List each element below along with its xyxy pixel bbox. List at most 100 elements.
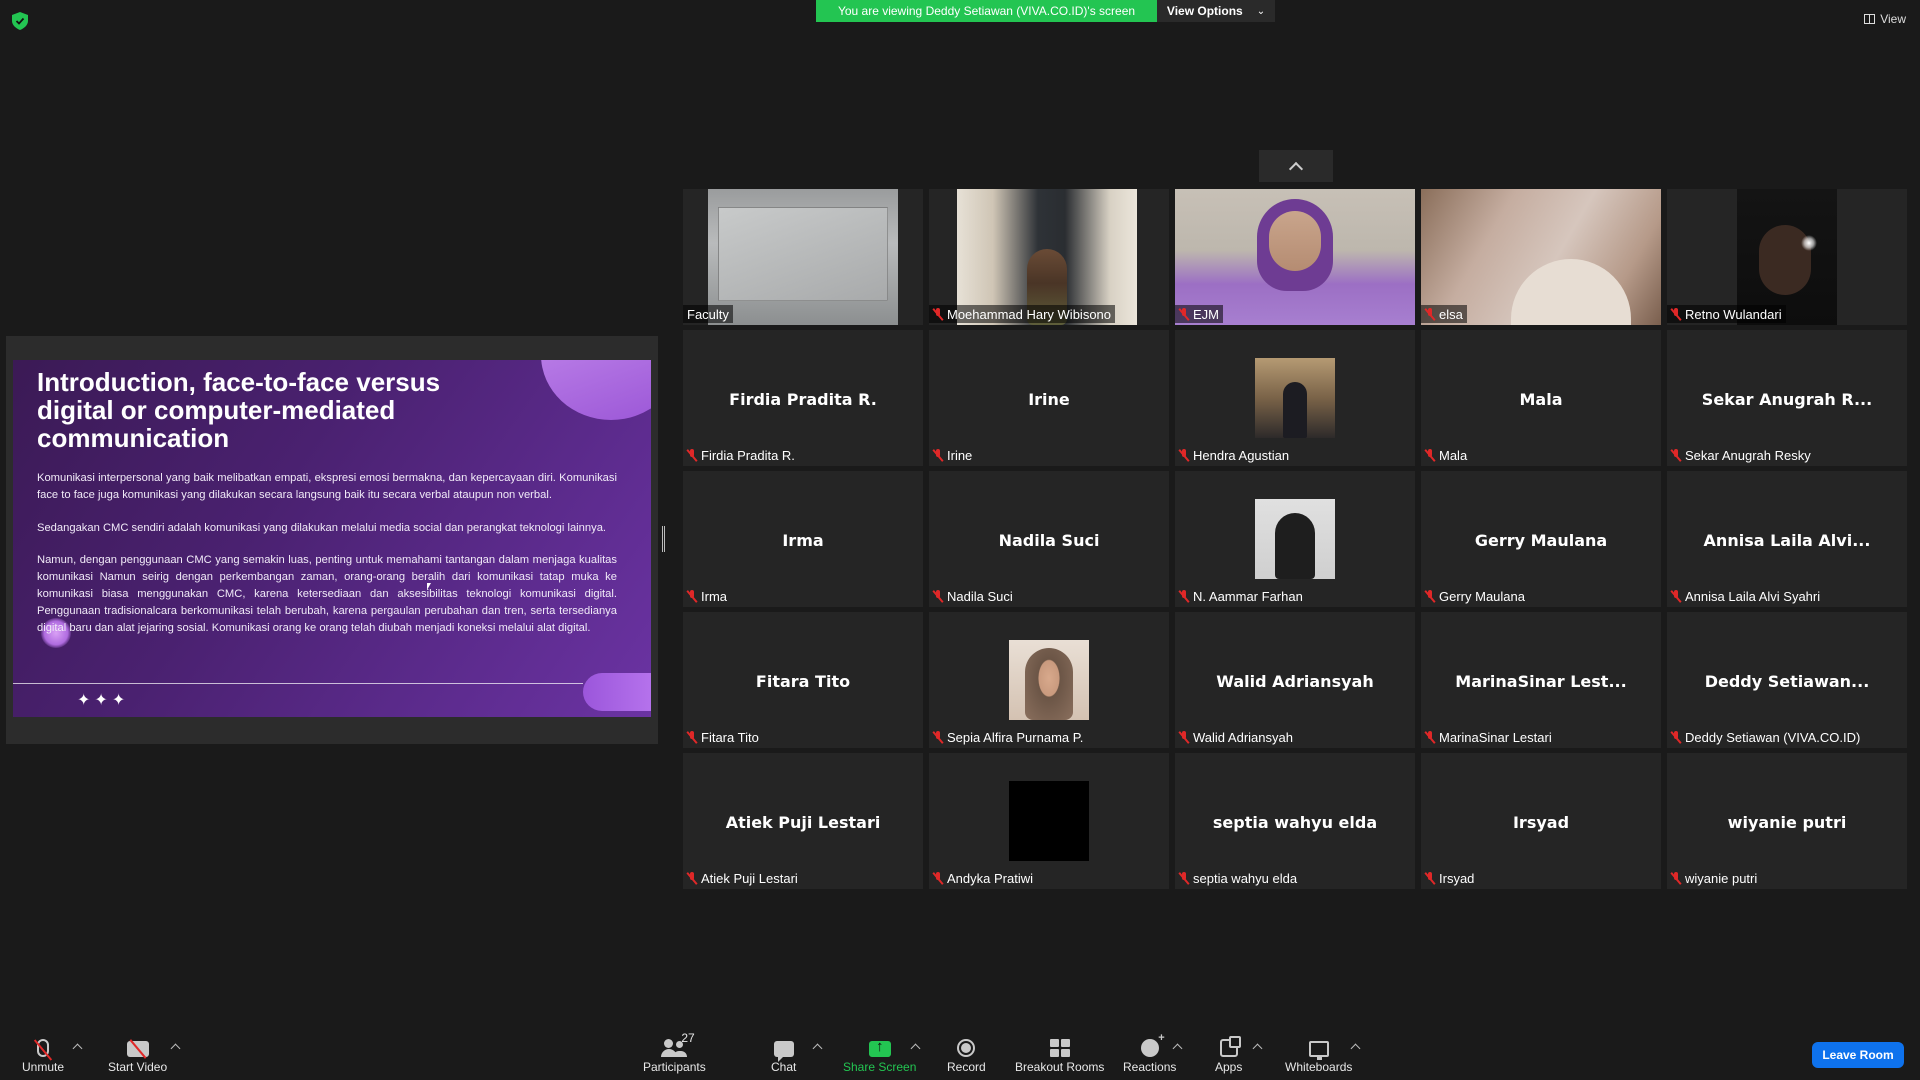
- view-options-button[interactable]: View Options ⌄: [1157, 0, 1275, 22]
- participant-tile[interactable]: Hendra Agustian: [1175, 330, 1415, 466]
- participant-name: N. Aammar Farhan: [1193, 588, 1303, 604]
- whiteboard-icon: [1308, 1041, 1329, 1060]
- participant-tile[interactable]: Atiek Puji Lestari Atiek Puji Lestari: [683, 753, 923, 889]
- slide-title: Introduction, face-to-face versus digita…: [37, 367, 441, 453]
- participant-name: Sepia Alfira Purnama P.: [947, 729, 1084, 745]
- participant-tile[interactable]: Nadila Suci Nadila Suci: [929, 471, 1169, 607]
- participant-name-label: Andyka Pratiwi: [933, 869, 1033, 887]
- participant-display-name: Gerry Maulana: [1474, 531, 1608, 550]
- participant-tile[interactable]: Walid Adriansyah Walid Adriansyah: [1175, 612, 1415, 748]
- participant-tile[interactable]: Sekar Anugrah R... Sekar Anugrah Resky: [1667, 330, 1907, 466]
- microphone-muted-icon: [1179, 730, 1189, 744]
- chat-options-chevron-icon[interactable]: [812, 1043, 823, 1054]
- participant-tile[interactable]: Firdia Pradita R. Firdia Pradita R.: [683, 330, 923, 466]
- participant-tile[interactable]: elsa: [1421, 189, 1661, 325]
- apps-icon: [1219, 1036, 1241, 1057]
- participant-name-label: Sekar Anugrah Resky: [1671, 446, 1811, 464]
- participant-tile[interactable]: Annisa Laila Alvi... Annisa Laila Alvi Sy…: [1667, 471, 1907, 607]
- participant-tile[interactable]: Gerry Maulana Gerry Maulana: [1421, 471, 1661, 607]
- microphone-muted-icon: [933, 871, 943, 885]
- participant-name: elsa: [1439, 306, 1463, 322]
- view-options-label: View Options: [1166, 4, 1243, 18]
- participant-display-name: wiyanie putri: [1727, 813, 1847, 832]
- participant-tile[interactable]: Mala Mala: [1421, 330, 1661, 466]
- participant-name: Gerry Maulana: [1439, 588, 1525, 604]
- screen-share-banner-text: You are viewing Deddy Setiawan (VIVA.CO.…: [837, 4, 1136, 18]
- video-options-chevron-icon[interactable]: [170, 1043, 181, 1054]
- participant-tile[interactable]: Irine Irine: [929, 330, 1169, 466]
- shared-screen-panel[interactable]: Introduction, face-to-face versus digita…: [6, 336, 658, 744]
- participant-tile[interactable]: Irsyad Irsyad: [1421, 753, 1661, 889]
- microphone-muted-icon: [1179, 871, 1189, 885]
- participant-tile[interactable]: Fitara Tito Fitara Tito: [683, 612, 923, 748]
- gallery-scroll-up-button[interactable]: [1259, 150, 1333, 182]
- breakout-rooms-button[interactable]: Breakout Rooms: [1015, 1033, 1104, 1074]
- share-screen-button[interactable]: Share Screen: [843, 1033, 916, 1074]
- participant-name-label: elsa: [1421, 305, 1467, 323]
- chat-bubble-icon: [773, 1041, 794, 1062]
- participant-tile[interactable]: Retno Wulandari: [1667, 189, 1907, 325]
- participant-tile[interactable]: Faculty: [683, 189, 923, 325]
- slide-divider: [13, 683, 583, 684]
- participant-name-label: Faculty: [683, 305, 733, 323]
- slide-paragraph: Komunikasi interpersonal yang baik melib…: [37, 472, 617, 501]
- microphone-muted-icon: [687, 871, 697, 885]
- view-button[interactable]: View: [1864, 12, 1906, 26]
- participants-button[interactable]: 27 Participants: [643, 1031, 706, 1074]
- participant-name: Irsyad: [1439, 870, 1475, 886]
- chevron-down-icon: ⌄: [1256, 5, 1266, 17]
- whiteboards-button[interactable]: Whiteboards: [1285, 1033, 1352, 1074]
- screen-share-banner: You are viewing Deddy Setiawan (VIVA.CO.…: [816, 0, 1157, 22]
- slide-paragraph: Namun, dengan penggunaan CMC yang semaki…: [37, 554, 617, 634]
- participant-name: wiyanie putri: [1685, 870, 1758, 886]
- participant-name-label: Walid Adriansyah: [1179, 728, 1293, 746]
- microphone-muted-icon: [933, 448, 943, 462]
- chat-button[interactable]: Chat: [771, 1033, 796, 1074]
- participant-name-label: EJM: [1175, 305, 1223, 323]
- participant-display-name: Sekar Anugrah R...: [1701, 390, 1873, 409]
- unmute-button[interactable]: Unmute: [22, 1033, 64, 1074]
- record-icon: [957, 1039, 976, 1057]
- resize-handle[interactable]: [662, 526, 665, 552]
- security-shield-icon[interactable]: [12, 12, 28, 30]
- participant-tile[interactable]: Irma Irma: [683, 471, 923, 607]
- slide-decoration: [541, 360, 651, 420]
- start-video-button[interactable]: Start Video: [108, 1033, 167, 1074]
- microphone-muted-icon: [1425, 730, 1435, 744]
- participant-display-name: Firdia Pradita R.: [729, 390, 877, 409]
- participant-display-name: Annisa Laila Alvi...: [1703, 531, 1871, 550]
- reactions-button[interactable]: Reactions: [1123, 1032, 1176, 1074]
- microphone-muted-icon: [1671, 307, 1681, 321]
- participant-tile[interactable]: wiyanie putri wiyanie putri: [1667, 753, 1907, 889]
- participant-display-name: MarinaSinar Lest...: [1455, 672, 1627, 691]
- participant-tile[interactable]: MarinaSinar Lest... MarinaSinar Lestari: [1421, 612, 1661, 748]
- participant-name: Retno Wulandari: [1685, 306, 1782, 322]
- participant-tile[interactable]: Deddy Setiawan... Deddy Setiawan (VIVA.CO…: [1667, 612, 1907, 748]
- record-button[interactable]: Record: [947, 1033, 986, 1074]
- participant-count: 27: [681, 1031, 695, 1045]
- audio-options-chevron-icon[interactable]: [72, 1043, 83, 1054]
- participant-name: Firdia Pradita R.: [701, 447, 795, 463]
- participant-tile[interactable]: Sepia Alfira Purnama P.: [929, 612, 1169, 748]
- leave-room-button[interactable]: Leave Room: [1812, 1042, 1904, 1068]
- participant-display-name: Walid Adriansyah: [1216, 672, 1374, 691]
- participant-name: septia wahyu elda: [1193, 870, 1298, 886]
- microphone-muted-icon: [1179, 589, 1189, 603]
- participant-name-label: Annisa Laila Alvi Syahri: [1671, 587, 1820, 605]
- microphone-muted-icon: [687, 448, 697, 462]
- participant-name: Nadila Suci: [947, 588, 1013, 604]
- breakout-rooms-icon: [1049, 1039, 1070, 1057]
- participant-name: Sekar Anugrah Resky: [1685, 447, 1811, 463]
- whiteboards-label: Whiteboards: [1285, 1060, 1353, 1074]
- microphone-muted-icon: [1671, 730, 1681, 744]
- participant-tile[interactable]: N. Aammar Farhan: [1175, 471, 1415, 607]
- participant-name: EJM: [1193, 306, 1219, 322]
- participant-tile[interactable]: EJM: [1175, 189, 1415, 325]
- participant-tile[interactable]: Andyka Pratiwi: [929, 753, 1169, 889]
- share-screen-icon: [868, 1038, 891, 1057]
- participant-tile[interactable]: Moehammad Hary Wibisono: [929, 189, 1169, 325]
- participant-tile[interactable]: septia wahyu elda septia wahyu elda: [1175, 753, 1415, 889]
- apps-button[interactable]: Apps: [1215, 1033, 1242, 1074]
- microphone-muted-icon: [1425, 871, 1435, 885]
- apps-options-chevron-icon[interactable]: [1252, 1043, 1263, 1054]
